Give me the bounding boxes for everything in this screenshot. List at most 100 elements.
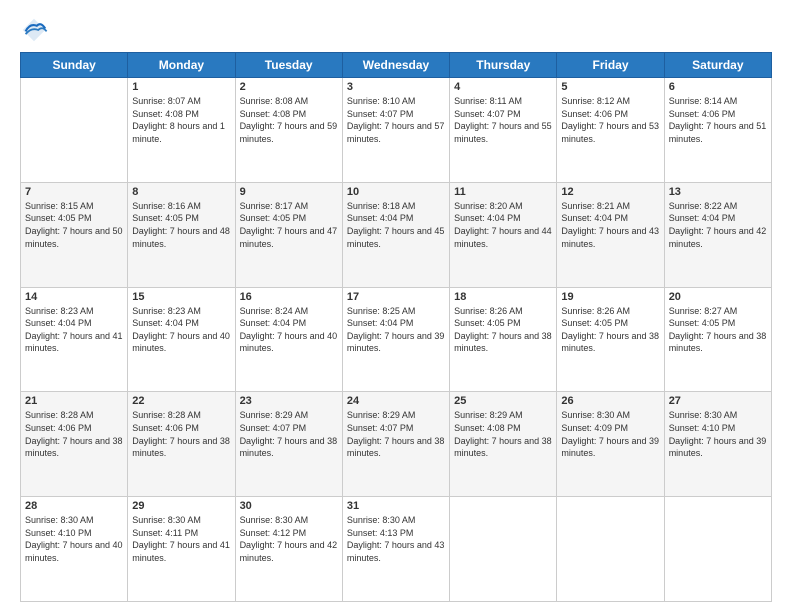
sunrise-text: Sunrise: 8:16 AM bbox=[132, 201, 201, 211]
day-number: 16 bbox=[240, 291, 338, 303]
day-info: Sunrise: 8:23 AM Sunset: 4:04 PM Dayligh… bbox=[132, 305, 230, 355]
calendar-cell: 2 Sunrise: 8:08 AM Sunset: 4:08 PM Dayli… bbox=[235, 78, 342, 183]
calendar-cell: 20 Sunrise: 8:27 AM Sunset: 4:05 PM Dayl… bbox=[664, 287, 771, 392]
day-info: Sunrise: 8:30 AM Sunset: 4:11 PM Dayligh… bbox=[132, 514, 230, 564]
calendar-cell: 21 Sunrise: 8:28 AM Sunset: 4:06 PM Dayl… bbox=[21, 392, 128, 497]
day-number: 14 bbox=[25, 291, 123, 303]
day-info: Sunrise: 8:17 AM Sunset: 4:05 PM Dayligh… bbox=[240, 200, 338, 250]
daylight-text: Daylight: 7 hours and 41 minutes. bbox=[25, 331, 123, 354]
day-info: Sunrise: 8:30 AM Sunset: 4:10 PM Dayligh… bbox=[669, 409, 767, 459]
sunrise-text: Sunrise: 8:20 AM bbox=[454, 201, 523, 211]
day-info: Sunrise: 8:24 AM Sunset: 4:04 PM Dayligh… bbox=[240, 305, 338, 355]
sunrise-text: Sunrise: 8:28 AM bbox=[132, 410, 201, 420]
calendar-cell: 11 Sunrise: 8:20 AM Sunset: 4:04 PM Dayl… bbox=[450, 182, 557, 287]
calendar-week-row: 21 Sunrise: 8:28 AM Sunset: 4:06 PM Dayl… bbox=[21, 392, 772, 497]
calendar-cell: 19 Sunrise: 8:26 AM Sunset: 4:05 PM Dayl… bbox=[557, 287, 664, 392]
day-number: 13 bbox=[669, 186, 767, 198]
day-number: 20 bbox=[669, 291, 767, 303]
day-info: Sunrise: 8:30 AM Sunset: 4:09 PM Dayligh… bbox=[561, 409, 659, 459]
day-info: Sunrise: 8:12 AM Sunset: 4:06 PM Dayligh… bbox=[561, 95, 659, 145]
day-info: Sunrise: 8:08 AM Sunset: 4:08 PM Dayligh… bbox=[240, 95, 338, 145]
calendar-cell: 30 Sunrise: 8:30 AM Sunset: 4:12 PM Dayl… bbox=[235, 497, 342, 602]
day-info: Sunrise: 8:28 AM Sunset: 4:06 PM Dayligh… bbox=[132, 409, 230, 459]
daylight-text: Daylight: 7 hours and 50 minutes. bbox=[25, 226, 123, 249]
calendar-cell: 17 Sunrise: 8:25 AM Sunset: 4:04 PM Dayl… bbox=[342, 287, 449, 392]
sunrise-text: Sunrise: 8:30 AM bbox=[669, 410, 738, 420]
sunset-text: Sunset: 4:06 PM bbox=[561, 109, 628, 119]
daylight-text: Daylight: 7 hours and 43 minutes. bbox=[347, 540, 445, 563]
calendar-header-row: SundayMondayTuesdayWednesdayThursdayFrid… bbox=[21, 53, 772, 78]
daylight-text: Daylight: 7 hours and 48 minutes. bbox=[132, 226, 230, 249]
day-info: Sunrise: 8:25 AM Sunset: 4:04 PM Dayligh… bbox=[347, 305, 445, 355]
sunset-text: Sunset: 4:06 PM bbox=[669, 109, 736, 119]
day-info: Sunrise: 8:30 AM Sunset: 4:10 PM Dayligh… bbox=[25, 514, 123, 564]
sunset-text: Sunset: 4:08 PM bbox=[132, 109, 199, 119]
day-number: 27 bbox=[669, 395, 767, 407]
day-info: Sunrise: 8:10 AM Sunset: 4:07 PM Dayligh… bbox=[347, 95, 445, 145]
daylight-text: Daylight: 7 hours and 41 minutes. bbox=[132, 540, 230, 563]
calendar-cell: 5 Sunrise: 8:12 AM Sunset: 4:06 PM Dayli… bbox=[557, 78, 664, 183]
day-number: 25 bbox=[454, 395, 552, 407]
calendar-day-header: Thursday bbox=[450, 53, 557, 78]
day-number: 30 bbox=[240, 500, 338, 512]
sunrise-text: Sunrise: 8:25 AM bbox=[347, 306, 416, 316]
day-number: 10 bbox=[347, 186, 445, 198]
day-number: 11 bbox=[454, 186, 552, 198]
day-info: Sunrise: 8:11 AM Sunset: 4:07 PM Dayligh… bbox=[454, 95, 552, 145]
sunset-text: Sunset: 4:05 PM bbox=[132, 213, 199, 223]
sunset-text: Sunset: 4:04 PM bbox=[25, 318, 92, 328]
day-number: 8 bbox=[132, 186, 230, 198]
day-number: 2 bbox=[240, 81, 338, 93]
sunrise-text: Sunrise: 8:30 AM bbox=[132, 515, 201, 525]
daylight-text: Daylight: 7 hours and 38 minutes. bbox=[25, 436, 123, 459]
day-number: 28 bbox=[25, 500, 123, 512]
sunrise-text: Sunrise: 8:29 AM bbox=[240, 410, 309, 420]
logo-icon bbox=[20, 16, 48, 44]
day-info: Sunrise: 8:23 AM Sunset: 4:04 PM Dayligh… bbox=[25, 305, 123, 355]
day-number: 24 bbox=[347, 395, 445, 407]
sunrise-text: Sunrise: 8:30 AM bbox=[240, 515, 309, 525]
sunset-text: Sunset: 4:04 PM bbox=[347, 318, 414, 328]
sunset-text: Sunset: 4:07 PM bbox=[240, 423, 307, 433]
day-info: Sunrise: 8:07 AM Sunset: 4:08 PM Dayligh… bbox=[132, 95, 230, 145]
calendar-cell: 12 Sunrise: 8:21 AM Sunset: 4:04 PM Dayl… bbox=[557, 182, 664, 287]
sunrise-text: Sunrise: 8:26 AM bbox=[561, 306, 630, 316]
day-info: Sunrise: 8:22 AM Sunset: 4:04 PM Dayligh… bbox=[669, 200, 767, 250]
sunset-text: Sunset: 4:08 PM bbox=[454, 423, 521, 433]
calendar-week-row: 14 Sunrise: 8:23 AM Sunset: 4:04 PM Dayl… bbox=[21, 287, 772, 392]
sunset-text: Sunset: 4:04 PM bbox=[240, 318, 307, 328]
calendar-day-header: Tuesday bbox=[235, 53, 342, 78]
day-info: Sunrise: 8:27 AM Sunset: 4:05 PM Dayligh… bbox=[669, 305, 767, 355]
daylight-text: Daylight: 7 hours and 42 minutes. bbox=[669, 226, 767, 249]
daylight-text: Daylight: 7 hours and 38 minutes. bbox=[454, 331, 552, 354]
sunset-text: Sunset: 4:08 PM bbox=[240, 109, 307, 119]
sunrise-text: Sunrise: 8:28 AM bbox=[25, 410, 94, 420]
calendar-cell: 13 Sunrise: 8:22 AM Sunset: 4:04 PM Dayl… bbox=[664, 182, 771, 287]
daylight-text: Daylight: 7 hours and 38 minutes. bbox=[454, 436, 552, 459]
header bbox=[20, 16, 772, 44]
daylight-text: Daylight: 7 hours and 38 minutes. bbox=[240, 436, 338, 459]
logo bbox=[20, 16, 52, 44]
sunrise-text: Sunrise: 8:30 AM bbox=[25, 515, 94, 525]
sunset-text: Sunset: 4:09 PM bbox=[561, 423, 628, 433]
sunset-text: Sunset: 4:04 PM bbox=[561, 213, 628, 223]
day-number: 12 bbox=[561, 186, 659, 198]
sunrise-text: Sunrise: 8:23 AM bbox=[25, 306, 94, 316]
calendar-cell: 26 Sunrise: 8:30 AM Sunset: 4:09 PM Dayl… bbox=[557, 392, 664, 497]
daylight-text: Daylight: 7 hours and 39 minutes. bbox=[561, 436, 659, 459]
day-info: Sunrise: 8:26 AM Sunset: 4:05 PM Dayligh… bbox=[561, 305, 659, 355]
sunrise-text: Sunrise: 8:22 AM bbox=[669, 201, 738, 211]
day-info: Sunrise: 8:20 AM Sunset: 4:04 PM Dayligh… bbox=[454, 200, 552, 250]
calendar-cell: 6 Sunrise: 8:14 AM Sunset: 4:06 PM Dayli… bbox=[664, 78, 771, 183]
day-info: Sunrise: 8:21 AM Sunset: 4:04 PM Dayligh… bbox=[561, 200, 659, 250]
day-number: 17 bbox=[347, 291, 445, 303]
sunrise-text: Sunrise: 8:30 AM bbox=[347, 515, 416, 525]
day-info: Sunrise: 8:18 AM Sunset: 4:04 PM Dayligh… bbox=[347, 200, 445, 250]
calendar-cell: 25 Sunrise: 8:29 AM Sunset: 4:08 PM Dayl… bbox=[450, 392, 557, 497]
calendar-cell: 4 Sunrise: 8:11 AM Sunset: 4:07 PM Dayli… bbox=[450, 78, 557, 183]
sunrise-text: Sunrise: 8:29 AM bbox=[454, 410, 523, 420]
daylight-text: Daylight: 7 hours and 40 minutes. bbox=[132, 331, 230, 354]
calendar-day-header: Friday bbox=[557, 53, 664, 78]
sunset-text: Sunset: 4:06 PM bbox=[132, 423, 199, 433]
day-info: Sunrise: 8:29 AM Sunset: 4:08 PM Dayligh… bbox=[454, 409, 552, 459]
